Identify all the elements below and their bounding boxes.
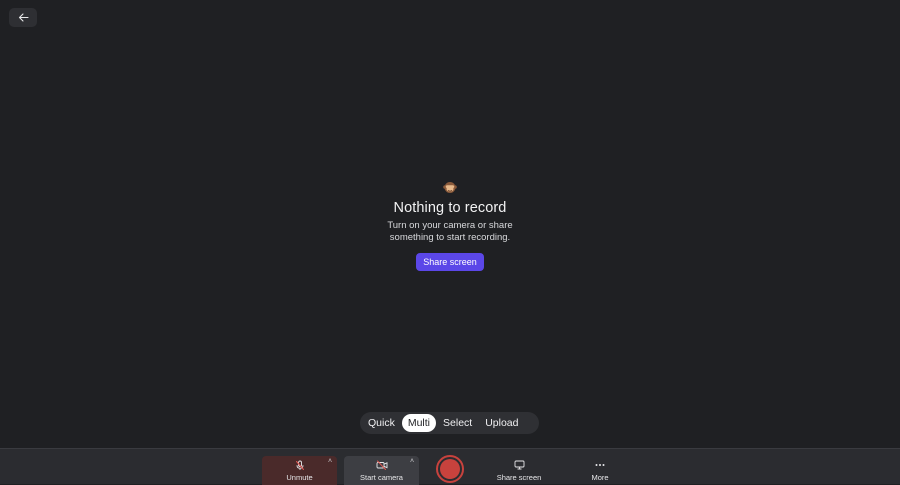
more-button[interactable]: More [585,456,615,485]
recording-mode-switch: Quick Multi Select Upload [360,412,539,434]
recording-stage: Nothing to record Turn on your camera or… [0,0,900,448]
start-camera-label: Start camera [360,473,403,482]
monkey-see-no-evil-icon [443,180,457,194]
microphone-off-icon [295,459,305,471]
monitor-icon [514,459,525,471]
share-screen-button[interactable]: Share screen [416,253,484,271]
mode-multi[interactable]: Multi [401,414,437,432]
toolbar-share-screen-button[interactable]: Share screen [493,456,545,485]
microphone-options-caret[interactable]: ˄ [328,458,332,465]
mode-select[interactable]: Select [437,414,478,432]
unmute-button[interactable]: Unmute [262,456,337,485]
more-label: More [591,473,609,482]
mode-upload[interactable]: Upload [479,414,524,432]
record-button[interactable] [436,455,464,483]
back-button[interactable] [9,8,37,27]
empty-state: Nothing to record Turn on your camera or… [0,180,900,271]
camera-off-icon [376,459,388,471]
ellipsis-icon [595,459,605,471]
record-dot [440,459,460,479]
empty-state-description: Turn on your camera or share something t… [387,220,513,243]
unmute-label: Unmute [286,473,313,482]
empty-state-title: Nothing to record [393,200,507,216]
start-camera-button[interactable]: Start camera [344,456,419,485]
share-screen-label: Share screen [496,473,542,482]
camera-options-caret[interactable]: ˄ [410,458,414,465]
arrow-left-icon [18,13,29,22]
mode-quick[interactable]: Quick [362,414,401,432]
